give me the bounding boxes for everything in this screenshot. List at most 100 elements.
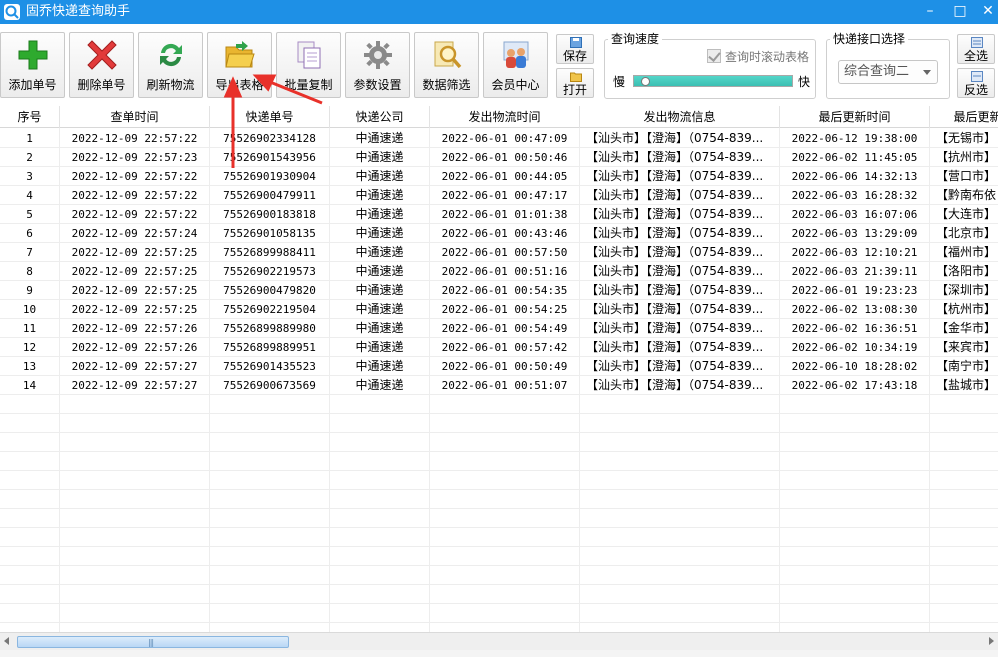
table-cell: 2 — [0, 148, 60, 167]
table-cell: 75526900479820 — [210, 281, 330, 300]
table-cell: 2022-06-01 00:54:35 — [430, 281, 580, 300]
column-header[interactable]: 序号 — [0, 106, 60, 128]
api-select-dropdown[interactable]: 综合查询二 — [838, 60, 938, 84]
table-cell: 2022-06-02 11:45:05 — [780, 148, 930, 167]
select-all-icon — [971, 37, 983, 48]
batch-copy-button[interactable]: 批量复制 — [276, 32, 341, 98]
table-cell: 2022-06-02 13:08:30 — [780, 300, 930, 319]
users-icon — [500, 39, 532, 71]
table-cell: 【汕头市】【澄海】（0754-839... — [580, 243, 780, 262]
table-cell: 3 — [0, 167, 60, 186]
grid-line — [0, 508, 998, 509]
settings-button[interactable]: 参数设置 — [345, 32, 410, 98]
table-cell: 75526901543956 — [210, 148, 330, 167]
table-row[interactable]: 6 2022-12-09 22:57:24 75526901058135 中通速递 20… — [0, 224, 998, 243]
scrollbar-thumb[interactable]: ||| — [17, 636, 289, 648]
table-cell: 2022-12-09 22:57:22 — [60, 186, 210, 205]
grid-line — [0, 432, 998, 433]
table-row[interactable]: 2 2022-12-09 22:57:23 75526901543956 中通速递 20… — [0, 148, 998, 167]
scroll-left-icon[interactable] — [4, 637, 9, 645]
table-cell: 75526902219573 — [210, 262, 330, 281]
table-cell: 75526899889980 — [210, 319, 330, 338]
horizontal-scrollbar[interactable]: ||| — [0, 632, 998, 650]
table-row[interactable]: 11 2022-12-09 22:57:26 75526899889980 中通速递 2… — [0, 319, 998, 338]
table-cell: 【福州市】 — [930, 243, 998, 262]
table-cell: 2022-06-10 18:28:02 — [780, 357, 930, 376]
table-cell: 2022-12-09 22:57:25 — [60, 300, 210, 319]
folder-open-icon — [224, 39, 256, 71]
member-center-button[interactable]: 会员中心 — [483, 32, 548, 98]
scroll-table-checkbox[interactable] — [707, 49, 721, 63]
save-button[interactable]: 保存 — [556, 34, 594, 64]
column-header[interactable]: 最后更新物流 — [930, 106, 998, 128]
table-cell: 【杭州市】 — [930, 300, 998, 319]
table-cell: 75526901058135 — [210, 224, 330, 243]
scroll-right-icon[interactable] — [989, 637, 994, 645]
table-row[interactable]: 3 2022-12-09 22:57:22 75526901930904 中通速递 20… — [0, 167, 998, 186]
table-row[interactable]: 8 2022-12-09 22:57:25 75526902219573 中通速递 20… — [0, 262, 998, 281]
add-number-button[interactable]: 添加单号 — [0, 32, 65, 98]
table-cell: 2022-06-03 16:28:32 — [780, 186, 930, 205]
grid-column-line — [209, 128, 210, 632]
data-filter-button[interactable]: 数据筛选 — [414, 32, 479, 98]
table-cell: 2022-06-03 12:10:21 — [780, 243, 930, 262]
table-cell: 2022-06-01 01:01:38 — [430, 205, 580, 224]
table-cell: 2022-06-06 14:32:13 — [780, 167, 930, 186]
column-header[interactable]: 发出物流信息 — [580, 106, 780, 128]
column-header[interactable]: 快递公司 — [330, 106, 430, 128]
table-row[interactable]: 1 2022-12-09 22:57:22 75526902334128 中通速递 20… — [0, 129, 998, 148]
table-cell: 【盐城市】 — [930, 376, 998, 395]
table-row[interactable]: 9 2022-12-09 22:57:25 75526900479820 中通速递 20… — [0, 281, 998, 300]
export-table-button[interactable]: 导出表格 — [207, 32, 272, 98]
table-cell: 中通速递 — [330, 167, 430, 186]
table-cell: 2022-06-01 00:44:05 — [430, 167, 580, 186]
table-cell: 6 — [0, 224, 60, 243]
refresh-logistics-button[interactable]: 刷新物流 — [138, 32, 203, 98]
table-cell: 【金华市】 — [930, 319, 998, 338]
speed-slider-thumb[interactable] — [641, 77, 650, 86]
table-cell: 【北京市】 — [930, 224, 998, 243]
table-row[interactable]: 7 2022-12-09 22:57:25 75526899988411 中通速递 20… — [0, 243, 998, 262]
column-header[interactable]: 快递单号 — [210, 106, 330, 128]
minimize-button[interactable]: – — [914, 0, 946, 24]
tracking-table: 序号查单时间快递单号快递公司发出物流时间发出物流信息最后更新时间最后更新物流 1… — [0, 106, 998, 632]
column-header[interactable]: 最后更新时间 — [780, 106, 930, 128]
grid-column-line — [329, 128, 330, 632]
table-cell: 【汕头市】【澄海】（0754-839... — [580, 319, 780, 338]
select-all-button[interactable]: 全选 — [957, 34, 995, 64]
table-row[interactable]: 12 2022-12-09 22:57:26 75526899889951 中通速递 2… — [0, 338, 998, 357]
column-header[interactable]: 发出物流时间 — [430, 106, 580, 128]
table-cell: 4 — [0, 186, 60, 205]
speed-slider[interactable] — [633, 75, 793, 87]
table-row[interactable]: 10 2022-12-09 22:57:25 75526902219504 中通速递 2… — [0, 300, 998, 319]
table-cell: 中通速递 — [330, 186, 430, 205]
table-cell: 2022-06-02 17:43:18 — [780, 376, 930, 395]
grid-line — [0, 470, 998, 471]
table-cell: 【黔南布依 — [930, 186, 998, 205]
table-row[interactable]: 13 2022-12-09 22:57:27 75526901435523 中通速递 2… — [0, 357, 998, 376]
table-cell: 12 — [0, 338, 60, 357]
table-cell: 【汕头市】【澄海】（0754-839... — [580, 357, 780, 376]
open-button[interactable]: 打开 — [556, 68, 594, 98]
status-bar — [0, 650, 998, 657]
table-cell: 【汕头市】【澄海】（0754-839... — [580, 167, 780, 186]
table-cell: 2022-12-09 22:57:26 — [60, 338, 210, 357]
table-row[interactable]: 4 2022-12-09 22:57:22 75526900479911 中通速递 20… — [0, 186, 998, 205]
table-cell: 【汕头市】【澄海】（0754-839... — [580, 338, 780, 357]
table-cell: 2022-12-09 22:57:22 — [60, 129, 210, 148]
close-button[interactable]: ✕ — [972, 0, 998, 24]
window-title: 固乔快递查询助手 — [26, 4, 131, 19]
table-cell: 【南宁市】 — [930, 357, 998, 376]
grid-line — [0, 527, 998, 528]
column-header[interactable]: 查单时间 — [60, 106, 210, 128]
table-cell: 中通速递 — [330, 319, 430, 338]
table-cell: 75526899889951 — [210, 338, 330, 357]
grid-column-line — [929, 128, 930, 632]
invert-selection-button[interactable]: 反选 — [957, 68, 995, 98]
delete-number-button[interactable]: 删除单号 — [69, 32, 134, 98]
table-row[interactable]: 5 2022-12-09 22:57:22 75526900183818 中通速递 20… — [0, 205, 998, 224]
table-cell: 75526902219504 — [210, 300, 330, 319]
refresh-icon — [155, 39, 187, 71]
table-cell: 中通速递 — [330, 224, 430, 243]
table-row[interactable]: 14 2022-12-09 22:57:27 75526900673569 中通速递 2… — [0, 376, 998, 395]
